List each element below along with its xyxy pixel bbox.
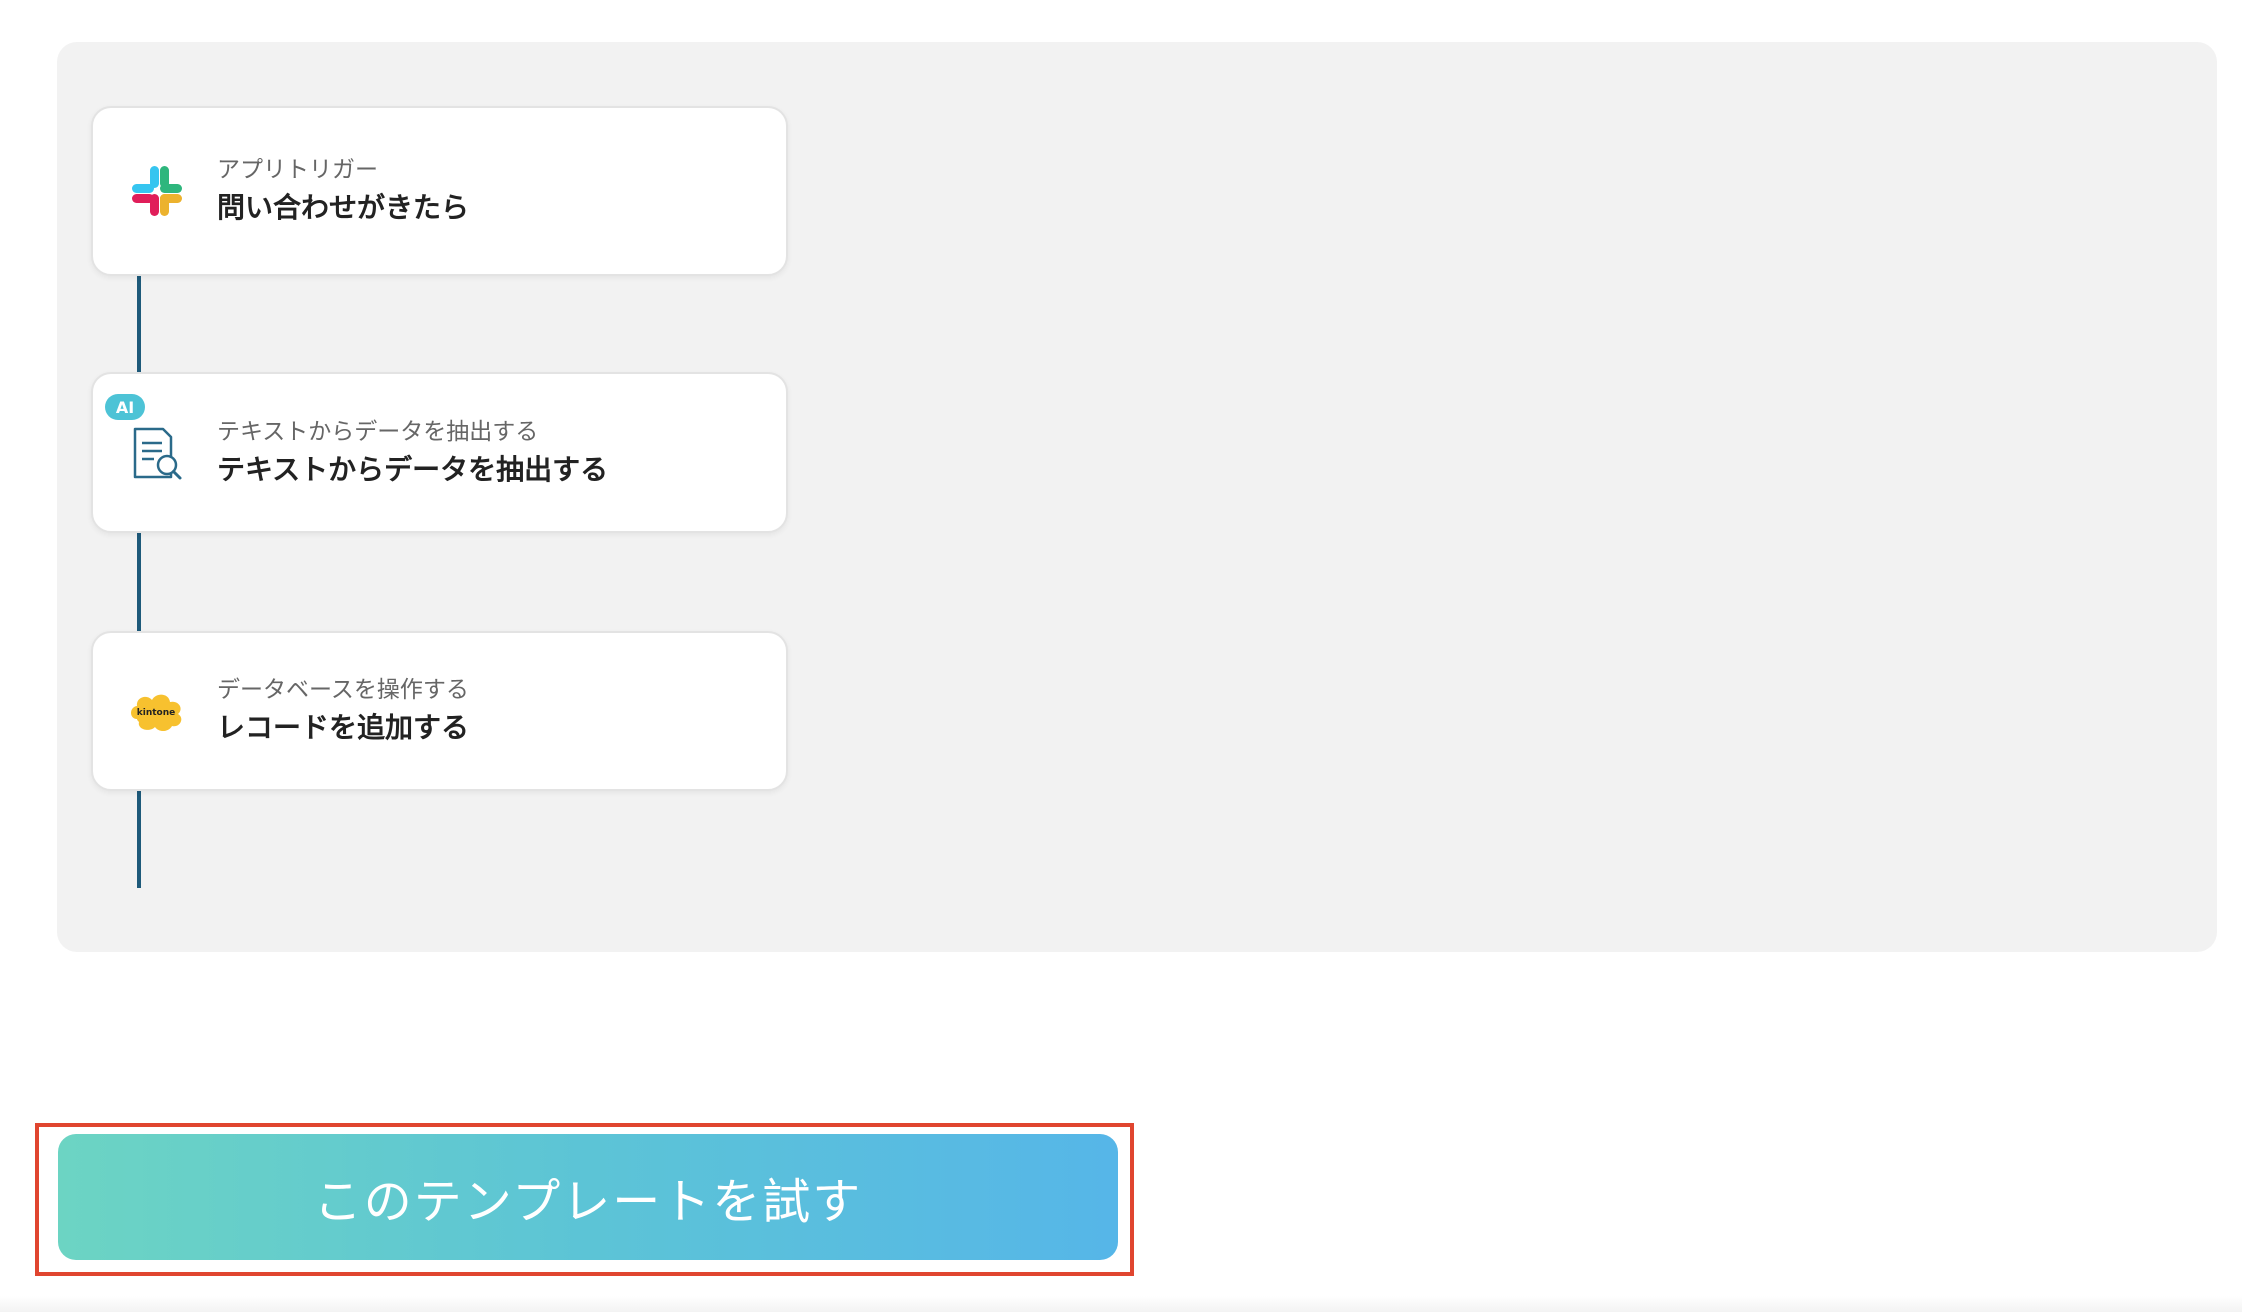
flow-connector: [137, 791, 141, 888]
step-card-kintone[interactable]: kintone データベースを操作する レコードを追加する: [91, 631, 788, 791]
kintone-icon: kintone: [127, 681, 187, 741]
kintone-logo-text: kintone: [137, 708, 175, 718]
step-title: テキストからデータを抽出する: [217, 452, 609, 486]
step-text: データベースを操作する レコードを追加する: [217, 673, 469, 749]
step-subtitle: データベースを操作する: [217, 677, 469, 703]
step-subtitle: テキストからデータを抽出する: [217, 418, 539, 445]
slack-icon: [127, 161, 187, 221]
flow-connector: [137, 276, 141, 372]
page: アプリトリガー 問い合わせがきたら AI テキストからデータを抽出する テキスト…: [0, 0, 2242, 1312]
document-search-icon: [127, 423, 187, 483]
try-template-button[interactable]: このテンプレートを試す: [58, 1134, 1118, 1260]
ai-badge: AI: [105, 394, 145, 420]
step-text: テキストからデータを抽出する テキストからデータを抽出する: [217, 415, 608, 491]
step-title: 問い合わせがきたら: [217, 191, 470, 224]
step-card-ai-extract[interactable]: AI テキストからデータを抽出する テキストからデータを抽出する: [91, 372, 788, 533]
step-title: レコードを追加する: [217, 711, 470, 744]
flow-connector: [137, 533, 141, 631]
bottom-divider: [0, 1296, 2242, 1312]
step-text: アプリトリガー 問い合わせがきたら: [217, 153, 469, 229]
step-subtitle: アプリトリガー: [217, 157, 378, 183]
step-card-trigger[interactable]: アプリトリガー 問い合わせがきたら: [91, 106, 788, 276]
